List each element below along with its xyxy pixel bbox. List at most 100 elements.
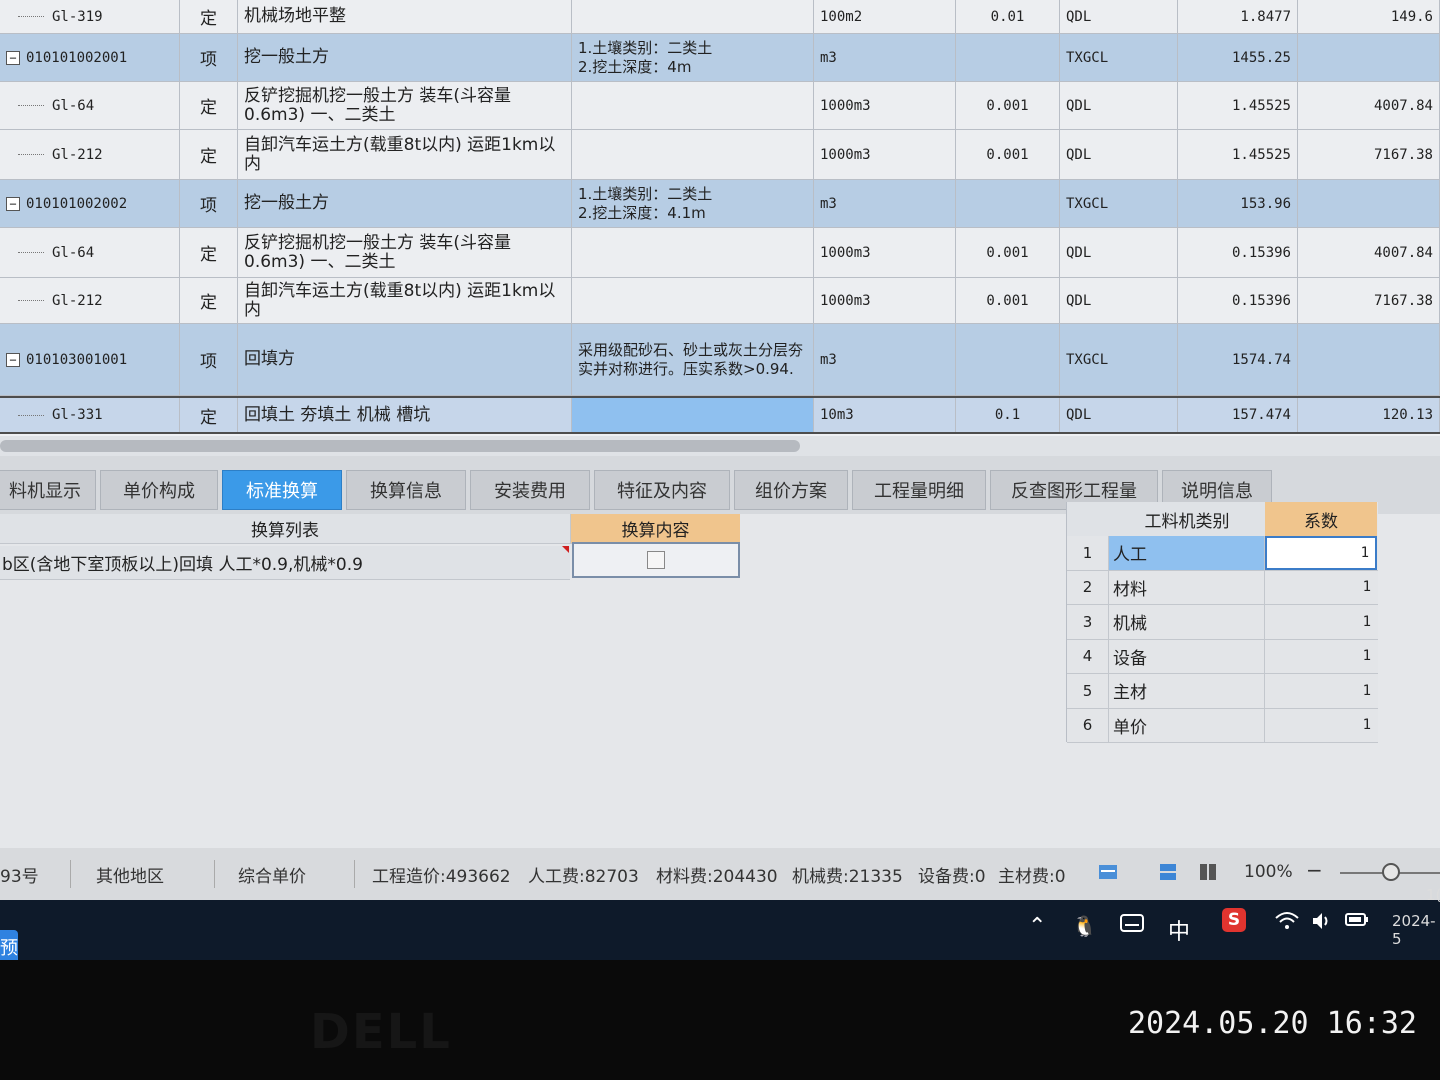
qq-icon[interactable]: 🐧 — [1072, 914, 1097, 938]
table-row[interactable]: Gl-212 定 自卸汽车运土方(载重8t以内) 运距1km以内 1000m3 0.00… — [0, 130, 1440, 180]
quantity-cell[interactable]: 157.474 — [1178, 398, 1298, 432]
zoom-slider-handle[interactable] — [1382, 863, 1400, 881]
content-coefficient-cell[interactable]: 0.001 — [956, 130, 1060, 179]
item-feature-cell[interactable] — [572, 228, 814, 277]
quantity-expression-cell[interactable]: QDL — [1060, 228, 1178, 277]
stacked-view-icon[interactable] — [1158, 862, 1178, 882]
content-coefficient-cell[interactable]: 0.001 — [956, 82, 1060, 129]
status-pricing-mode[interactable]: 综合单价 — [238, 862, 306, 887]
tab-quantity-detail[interactable]: 工程量明细 — [852, 470, 986, 510]
unit-price-cell[interactable]: 4007.84 — [1298, 82, 1440, 129]
conversion-checkbox[interactable] — [647, 551, 665, 569]
item-code-cell[interactable]: Gl-212 — [0, 278, 180, 323]
battery-icon[interactable] — [1344, 908, 1370, 930]
content-coefficient-cell[interactable]: 0.001 — [956, 228, 1060, 277]
quantity-cell[interactable]: 153.96 — [1178, 180, 1298, 227]
item-feature-cell[interactable]: 采用级配砂石、砂土或灰土分层夯实并对称进行。压实系数>0.94. — [572, 324, 814, 395]
horizontal-scrollbar[interactable] — [0, 436, 1440, 456]
zoom-out-icon[interactable]: − — [1306, 858, 1323, 882]
quantity-cell[interactable]: 1455.25 — [1178, 34, 1298, 81]
tab-installation-cost[interactable]: 安装费用 — [470, 470, 590, 510]
item-name-cell[interactable]: 反铲挖掘机挖一般土方 装车(斗容量0.6m3) 一、二类土 — [238, 228, 572, 277]
tab-conversion-info[interactable]: 换算信息 — [346, 470, 466, 510]
coefficient-value[interactable]: 1 — [1265, 674, 1377, 708]
item-code-cell[interactable]: Gl-64 — [0, 82, 180, 129]
quantity-cell[interactable]: 1.8477 — [1178, 0, 1298, 33]
column-view-icon[interactable] — [1198, 862, 1218, 882]
collapse-icon[interactable]: − — [6, 196, 20, 211]
unit-price-cell[interactable] — [1298, 180, 1440, 227]
quantity-cell[interactable]: 0.15396 — [1178, 228, 1298, 277]
coefficient-row[interactable]: 6 单价 1 — [1067, 708, 1378, 743]
row-type-cell[interactable]: 项 — [180, 324, 238, 395]
scrollbar-thumb[interactable] — [0, 440, 800, 452]
item-feature-cell[interactable]: 1.土壤类别：二类土 2.挖土深度：4m — [572, 34, 814, 81]
table-row[interactable]: Gl-331 定 回填土 夯填土 机械 槽坑 10m3 0.1 QDL 157.474 120… — [0, 396, 1440, 434]
item-code-cell[interactable]: Gl-64 — [0, 228, 180, 277]
unit-price-cell[interactable] — [1298, 324, 1440, 395]
volume-icon[interactable] — [1310, 910, 1332, 932]
tab-standard-conversion[interactable]: 标准换算 — [222, 470, 342, 510]
quantity-cell[interactable]: 1.45525 — [1178, 130, 1298, 179]
row-type-cell[interactable]: 定 — [180, 82, 238, 129]
content-coefficient-cell[interactable] — [956, 324, 1060, 395]
unit-cell[interactable]: m3 — [814, 324, 956, 395]
item-feature-cell[interactable] — [572, 278, 814, 323]
unit-price-cell[interactable]: 7167.38 — [1298, 130, 1440, 179]
wifi-icon[interactable] — [1274, 910, 1300, 932]
item-code-cell[interactable]: −010101002001 — [0, 34, 180, 81]
item-code-cell[interactable]: Gl-212 — [0, 130, 180, 179]
item-feature-cell[interactable]: 1.土壤类别：二类土 2.挖土深度：4.1m — [572, 180, 814, 227]
table-row[interactable]: −010103001001 项 回填方 采用级配砂石、砂土或灰土分层夯实并对称进行。压… — [0, 324, 1440, 396]
item-code-cell[interactable]: Gl-331 — [0, 398, 180, 432]
unit-cell[interactable]: m3 — [814, 180, 956, 227]
quantity-expression-cell[interactable]: TXGCL — [1060, 34, 1178, 81]
quantity-expression-cell[interactable]: QDL — [1060, 82, 1178, 129]
row-type-cell[interactable]: 定 — [180, 0, 238, 33]
unit-cell[interactable]: m3 — [814, 34, 956, 81]
item-code-cell[interactable]: −010103001001 — [0, 324, 180, 395]
unit-price-cell[interactable] — [1298, 34, 1440, 81]
collapse-icon[interactable]: − — [6, 50, 20, 65]
unit-cell[interactable]: 1000m3 — [814, 130, 956, 179]
item-name-cell[interactable]: 反铲挖掘机挖一般土方 装车(斗容量0.6m3) 一、二类土 — [238, 82, 572, 129]
conversion-row[interactable]: b区(含地下室顶板以上)回填 人工*0.9,机械*0.9 — [0, 546, 570, 580]
keyboard-icon[interactable] — [1120, 912, 1144, 934]
content-coefficient-cell[interactable] — [956, 34, 1060, 81]
table-row[interactable]: Gl-64 定 反铲挖掘机挖一般土方 装车(斗容量0.6m3) 一、二类土 1000m… — [0, 82, 1440, 130]
unit-price-cell[interactable]: 4007.84 — [1298, 228, 1440, 277]
conversion-content-cell[interactable] — [572, 542, 740, 578]
sogou-input-icon[interactable]: S — [1222, 908, 1246, 932]
quantity-expression-cell[interactable]: TXGCL — [1060, 324, 1178, 395]
content-coefficient-cell[interactable] — [956, 180, 1060, 227]
item-feature-cell[interactable] — [572, 398, 814, 432]
row-type-cell[interactable]: 项 — [180, 180, 238, 227]
item-name-cell[interactable]: 挖一般土方 — [238, 180, 572, 227]
quantity-cell[interactable]: 1.45525 — [1178, 82, 1298, 129]
content-coefficient-cell[interactable]: 0.01 — [956, 0, 1060, 33]
coefficient-value[interactable]: 1 — [1265, 605, 1377, 639]
layout-icon[interactable] — [1098, 862, 1118, 882]
item-feature-cell[interactable] — [572, 82, 814, 129]
content-coefficient-cell[interactable]: 0.1 — [956, 398, 1060, 432]
unit-cell[interactable]: 100m2 — [814, 0, 956, 33]
table-row[interactable]: −010101002001 项 挖一般土方 1.土壤类别：二类土 2.挖土深度：4m m… — [0, 34, 1440, 82]
item-name-cell[interactable]: 自卸汽车运土方(载重8t以内) 运距1km以内 — [238, 130, 572, 179]
quantity-expression-cell[interactable]: QDL — [1060, 398, 1178, 432]
unit-price-cell[interactable]: 7167.38 — [1298, 278, 1440, 323]
quantity-cell[interactable]: 0.15396 — [1178, 278, 1298, 323]
coefficient-value[interactable]: 1 — [1265, 536, 1377, 570]
tab-unit-price-composition[interactable]: 单价构成 — [100, 470, 218, 510]
item-feature-cell[interactable] — [572, 130, 814, 179]
unit-price-cell[interactable]: 120.13 — [1298, 398, 1440, 432]
quantity-cell[interactable]: 1574.74 — [1178, 324, 1298, 395]
coefficient-value[interactable]: 1 — [1265, 571, 1377, 605]
row-type-cell[interactable]: 定 — [180, 278, 238, 323]
quantity-expression-cell[interactable]: QDL — [1060, 278, 1178, 323]
row-type-cell[interactable]: 项 — [180, 34, 238, 81]
coefficient-row[interactable]: 5 主材 1 — [1067, 674, 1378, 709]
coefficient-row[interactable]: 3 机械 1 — [1067, 605, 1378, 640]
item-name-cell[interactable]: 回填土 夯填土 机械 槽坑 — [238, 398, 572, 432]
unit-cell[interactable]: 1000m3 — [814, 278, 956, 323]
table-row[interactable]: Gl-64 定 反铲挖掘机挖一般土方 装车(斗容量0.6m3) 一、二类土 1000m… — [0, 228, 1440, 278]
